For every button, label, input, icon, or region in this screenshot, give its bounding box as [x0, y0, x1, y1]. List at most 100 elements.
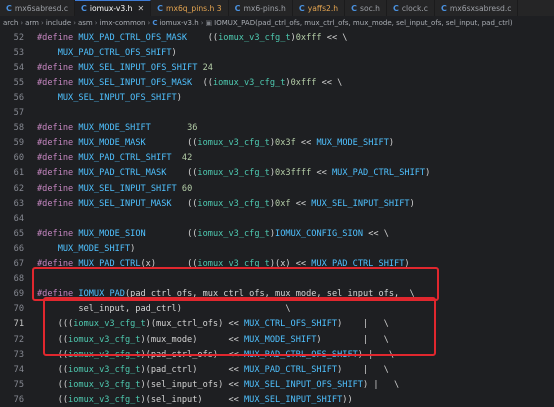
- code-text: #define MUX_SEL_INPUT_MASK ((iomux_v3_cf…: [37, 198, 415, 209]
- line-number: 75: [13, 379, 24, 390]
- code-text: #define MUX_SEL_INPUT_OFS_SHIFT 24: [37, 62, 213, 73]
- code-text: (((iomux_v3_cfg_t)(mux_ctrl_ofs) << MUX_…: [37, 319, 389, 330]
- tab-mx6sabresd-c[interactable]: Cmx6sabresd.c: [0, 0, 76, 16]
- breadcrumb-item[interactable]: imx-common: [100, 19, 146, 27]
- line-number: 71: [13, 319, 24, 330]
- c-file-icon: C: [351, 3, 357, 13]
- line-number: 73: [13, 349, 24, 360]
- tab-label: mx6sabresd.c: [14, 3, 69, 13]
- code-line[interactable]: 67 #define MUX_PAD_CTRL(x) ((iomux_v3_cfg…: [0, 257, 554, 272]
- line-number: 66: [13, 243, 24, 254]
- code-text: #define MUX_PAD_CTRL_OFS_MASK ((iomux_v3…: [37, 32, 348, 43]
- line-number: 76: [13, 394, 24, 405]
- breadcrumb-item[interactable]: arch: [3, 19, 18, 27]
- code-text: ((iomux_v3_cfg_t)(pad_ctrl) << MUX_PAD_C…: [37, 364, 389, 375]
- tab-label: soc.h: [359, 3, 380, 13]
- tab-mx6q-pins-h[interactable]: Cmx6q_pins.h 3: [151, 0, 229, 16]
- breadcrumb-symbol[interactable]: IOMUX_PAD(pad_ctrl_ofs, mux_ctrl_ofs, mu…: [214, 19, 512, 27]
- tab-label: mx6q_pins.h 3: [166, 3, 222, 13]
- code-line[interactable]: 74 ((iomux_v3_cfg_t)(pad_ctrl) << MUX_PA…: [0, 362, 554, 377]
- code-line[interactable]: 56 MUX_SEL_INPUT_OFS_SHIFT): [0, 90, 554, 105]
- code-line[interactable]: 71 (((iomux_v3_cfg_t)(mux_ctrl_ofs) << M…: [0, 317, 554, 332]
- code-line[interactable]: 69 #define IOMUX_PAD(pad_ctrl_ofs, mux_ct…: [0, 287, 554, 302]
- line-number: 56: [13, 92, 24, 103]
- code-line[interactable]: 66 MUX_MODE_SHIFT): [0, 241, 554, 256]
- breadcrumb: arch › arm › include › asm › imx-common › Cio…: [0, 16, 554, 29]
- code-line[interactable]: 55 #define MUX_SEL_INPUT_OFS_MASK ((iomux…: [0, 75, 554, 90]
- code-text: #define MUX_MODE_SION ((iomux_v3_cfg_t)I…: [37, 228, 389, 239]
- c-file-icon: C: [298, 3, 305, 13]
- code-text: sel_input, pad_ctrl) \: [37, 304, 291, 315]
- tab-soc-h[interactable]: Csoc.h: [345, 0, 387, 16]
- close-icon[interactable]: ✕: [137, 4, 144, 13]
- tab-mx6-pins-h[interactable]: Cmx6-pins.h: [229, 0, 293, 16]
- line-number: 61: [13, 168, 24, 179]
- line-number: 72: [13, 334, 24, 345]
- code-line[interactable]: 73 ((iomux_v3_cfg_t)(pad_ctrl_ofs) << MU…: [0, 347, 554, 362]
- chevron-right-icon: ›: [147, 18, 151, 27]
- code-text: ((iomux_v3_cfg_t)(sel_input_ofs) << MUX_…: [37, 379, 400, 390]
- tab-yaffs2-h[interactable]: Cyaffs2.h: [293, 0, 346, 16]
- tab-label: iomux-v3.h: [89, 4, 133, 13]
- tab-clock-c[interactable]: Cclock.c: [387, 0, 435, 16]
- code-line[interactable]: 64: [0, 211, 554, 226]
- code-editor[interactable]: 52 #define MUX_PAD_CTRL_OFS_MASK ((iomux_…: [0, 29, 554, 405]
- editor-tab-bar: Cmx6sabresd.c Ciomux-v3.h ✕ Cmx6q_pins.h …: [0, 0, 554, 16]
- code-text: #define MUX_MODE_SHIFT 36: [37, 123, 198, 134]
- chevron-right-icon: ›: [20, 18, 24, 27]
- line-number: 69: [13, 289, 24, 300]
- code-line[interactable]: 63 #define MUX_SEL_INPUT_MASK ((iomux_v3_…: [0, 196, 554, 211]
- code-line[interactable]: 65 #define MUX_MODE_SION ((iomux_v3_cfg_t…: [0, 226, 554, 241]
- c-file-icon: C: [6, 3, 12, 13]
- chevron-right-icon: ›: [73, 18, 76, 27]
- code-line[interactable]: 75 ((iomux_v3_cfg_t)(sel_input_ofs) << M…: [0, 377, 554, 392]
- line-number: 74: [13, 364, 24, 375]
- code-text: ((iomux_v3_cfg_t)(mux_mode) << MUX_MODE_…: [37, 334, 389, 345]
- tab-label: clock.c: [401, 3, 428, 13]
- chevron-right-icon: ›: [41, 18, 44, 27]
- breadcrumb-item[interactable]: arm: [25, 19, 39, 27]
- c-file-icon: C: [81, 4, 87, 13]
- tab-iomux-v3-h[interactable]: Ciomux-v3.h ✕: [75, 0, 152, 16]
- line-number: 53: [13, 47, 24, 58]
- line-number: 62: [13, 183, 24, 194]
- code-text: #define IOMUX_PAD(pad_ctrl_ofs, mux_ctrl…: [37, 289, 415, 300]
- code-line[interactable]: 53 MUX_PAD_CTRL_OFS_SHIFT): [0, 45, 554, 60]
- breadcrumb-item[interactable]: include: [46, 19, 71, 27]
- line-number: 64: [13, 213, 24, 224]
- code-line[interactable]: 70 sel_input, pad_ctrl) \: [0, 302, 554, 317]
- breadcrumb-item[interactable]: asm: [78, 19, 93, 27]
- symbol-icon: ▣: [205, 18, 213, 27]
- line-number: 54: [13, 62, 24, 73]
- code-line[interactable]: 72 ((iomux_v3_cfg_t)(mux_mode) << MUX_MO…: [0, 332, 554, 347]
- code-line[interactable]: 57: [0, 106, 554, 121]
- code-line[interactable]: 58 #define MUX_MODE_SHIFT 36: [0, 121, 554, 136]
- code-line[interactable]: 76 ((iomux_v3_cfg_t)(sel_input) << MUX_S…: [0, 392, 554, 407]
- line-number: 57: [13, 108, 24, 119]
- c-file-icon: C: [440, 3, 447, 13]
- tab-label: mx6-pins.h: [243, 3, 286, 13]
- breadcrumb-file[interactable]: iomux-v3.h: [159, 19, 198, 27]
- line-number: 55: [13, 77, 24, 88]
- line-number: 65: [13, 228, 24, 239]
- code-line[interactable]: 60 #define MUX_PAD_CTRL_SHIFT 42: [0, 151, 554, 166]
- line-number: 52: [13, 32, 24, 43]
- code-text: ((iomux_v3_cfg_t)(pad_ctrl_ofs) << MUX_P…: [37, 349, 395, 360]
- tab-mx6sxsabresd-c[interactable]: Cmx6sxsabresd.c: [435, 0, 519, 16]
- code-line[interactable]: 54 #define MUX_SEL_INPUT_OFS_SHIFT 24: [0, 60, 554, 75]
- code-text: MUX_PAD_CTRL_OFS_SHIFT): [57, 47, 177, 58]
- code-line[interactable]: 62 #define MUX_SEL_INPUT_SHIFT 60: [0, 181, 554, 196]
- code-line[interactable]: 52 #define MUX_PAD_CTRL_OFS_MASK ((iomux_…: [0, 30, 554, 45]
- code-text: #define MUX_PAD_CTRL(x) ((iomux_v3_cfg_t…: [37, 259, 410, 270]
- code-text: #define MUX_PAD_CTRL_MASK ((iomux_v3_cfg…: [37, 168, 431, 179]
- code-line[interactable]: 68: [0, 272, 554, 287]
- line-number: 70: [13, 304, 24, 315]
- c-file-icon: C: [157, 3, 164, 13]
- tab-label: mx6sxsabresd.c: [449, 3, 512, 13]
- line-number: 68: [13, 274, 24, 285]
- code-text: MUX_SEL_INPUT_OFS_SHIFT): [57, 92, 182, 103]
- code-line[interactable]: 59 #define MUX_MODE_MASK ((iomux_v3_cfg_t…: [0, 136, 554, 151]
- code-text: ((iomux_v3_cfg_t)(sel_input) << MUX_SEL_…: [37, 394, 353, 405]
- chevron-right-icon: ›: [94, 18, 98, 27]
- code-line[interactable]: 61 #define MUX_PAD_CTRL_MASK ((iomux_v3_c…: [0, 166, 554, 181]
